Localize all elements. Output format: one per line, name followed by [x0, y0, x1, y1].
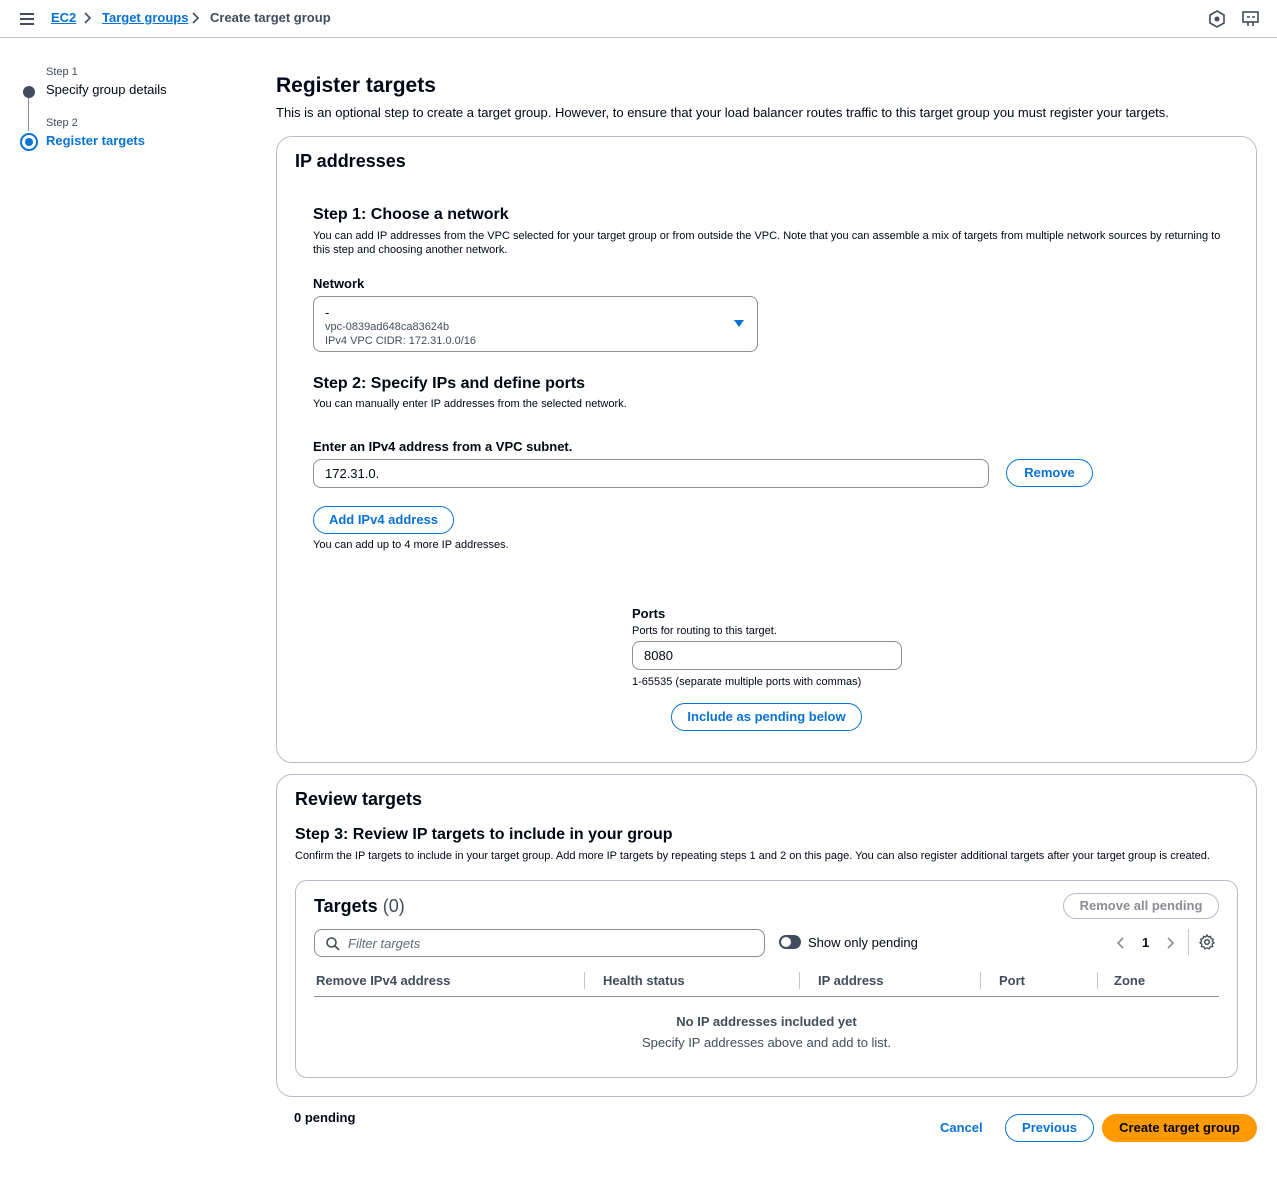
- step-complete-icon: [23, 86, 35, 98]
- pager-divider: [1188, 929, 1189, 955]
- ipv4-input[interactable]: 172.31.0.: [313, 459, 989, 488]
- chevron-right-icon: [192, 12, 200, 24]
- page-title: Register targets: [276, 74, 436, 97]
- targets-title-text: Targets: [314, 896, 378, 916]
- column-port[interactable]: Port: [999, 973, 1025, 988]
- show-only-pending-toggle[interactable]: [779, 935, 801, 949]
- targets-table-title: Targets (0): [314, 896, 405, 917]
- column-ip-address[interactable]: IP address: [818, 973, 884, 988]
- breadcrumb-ec2[interactable]: EC2: [51, 10, 76, 25]
- step3-description: Confirm the IP targets to include in you…: [295, 850, 1210, 862]
- ipv4-label: Enter an IPv4 address from a VPC subnet.: [313, 439, 573, 454]
- step-2-label: Step 2: [46, 117, 78, 129]
- page-number[interactable]: 1: [1142, 935, 1149, 950]
- network-cidr: IPv4 VPC CIDR: 172.31.0.0/16: [325, 335, 477, 347]
- column-divider[interactable]: [799, 972, 800, 989]
- network-select[interactable]: - vpc-0839ad648ca83624b IPv4 VPC CIDR: 1…: [313, 296, 758, 352]
- remove-ip-button[interactable]: Remove: [1006, 459, 1093, 487]
- column-divider[interactable]: [584, 972, 585, 989]
- network-name: -: [325, 305, 330, 320]
- chevron-left-icon[interactable]: [1115, 936, 1127, 950]
- step-connector: [28, 98, 29, 131]
- column-divider[interactable]: [980, 972, 981, 989]
- empty-state-description: Specify IP addresses above and add to li…: [641, 1035, 892, 1050]
- column-remove-ipv4[interactable]: Remove IPv4 address: [316, 973, 450, 988]
- top-navigation: EC2 Target groups Create target group: [0, 0, 1277, 38]
- ports-description: Ports for routing to this target.: [632, 625, 777, 637]
- ports-constraint: 1-65535 (separate multiple ports with co…: [632, 676, 862, 688]
- step1-title: Step 1: Choose a network: [313, 206, 509, 223]
- ipv4-hint: You can add up to 4 more IP addresses.: [313, 539, 509, 551]
- menu-icon[interactable]: [18, 10, 36, 28]
- show-only-pending-label: Show only pending: [808, 935, 918, 950]
- previous-button[interactable]: Previous: [1005, 1114, 1094, 1142]
- add-ipv4-button[interactable]: Add IPv4 address: [313, 506, 454, 534]
- column-health-status[interactable]: Health status: [603, 973, 685, 988]
- empty-state-title: No IP addresses included yet: [676, 1014, 857, 1029]
- column-zone[interactable]: Zone: [1114, 973, 1145, 988]
- chevron-right-icon: [84, 12, 92, 24]
- search-icon: [326, 937, 340, 951]
- create-target-group-button[interactable]: Create target group: [1102, 1114, 1257, 1142]
- step-active-icon: [20, 133, 38, 151]
- step-1-label: Step 1: [46, 66, 78, 78]
- gear-icon[interactable]: [1199, 934, 1215, 950]
- targets-table-container: Targets (0) Remove all pending Filter ta…: [295, 880, 1238, 1078]
- network-vpc-id: vpc-0839ad648ca83624b: [325, 321, 450, 333]
- feedback-icon[interactable]: [1241, 9, 1261, 29]
- include-pending-button[interactable]: Include as pending below: [671, 703, 862, 731]
- network-label: Network: [313, 276, 365, 291]
- caret-down-icon: [734, 320, 744, 327]
- review-targets-title: Review targets: [295, 789, 423, 809]
- chevron-right-icon[interactable]: [1165, 936, 1177, 950]
- ports-label: Ports: [632, 606, 666, 621]
- column-divider[interactable]: [1097, 972, 1098, 989]
- step1-description: You can add IP addresses from the VPC se…: [313, 230, 1221, 256]
- step2-title: Step 2: Specify IPs and define ports: [313, 375, 586, 392]
- targets-count: (0): [382, 896, 405, 916]
- breadcrumb-target-groups[interactable]: Target groups: [102, 10, 188, 25]
- cancel-button[interactable]: Cancel: [940, 1120, 983, 1135]
- step3-title: Step 3: Review IP targets to include in …: [295, 826, 673, 843]
- step-1-name[interactable]: Specify group details: [46, 82, 167, 97]
- pending-count: 0 pending: [294, 1110, 356, 1125]
- step-2-name: Register targets: [46, 133, 145, 148]
- ports-input[interactable]: 8080: [632, 641, 902, 670]
- status-icon[interactable]: [1207, 9, 1227, 29]
- ip-addresses-title: IP addresses: [295, 151, 406, 171]
- remove-all-pending-button[interactable]: Remove all pending: [1063, 893, 1219, 919]
- page-description: This is an optional step to create a tar…: [276, 105, 1169, 120]
- table-header-divider: [314, 996, 1219, 997]
- filter-targets-input[interactable]: Filter targets: [314, 929, 765, 957]
- filter-placeholder: Filter targets: [348, 936, 421, 951]
- step2-description: You can manually enter IP addresses from…: [313, 398, 627, 410]
- breadcrumb-current: Create target group: [210, 10, 331, 25]
